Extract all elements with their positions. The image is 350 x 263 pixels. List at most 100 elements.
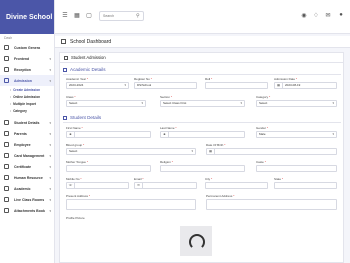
class-select[interactable]: Select [66,100,146,107]
globe-icon [4,45,9,50]
field-label: Section [160,95,171,99]
user-avatar-icon[interactable]: ● [337,12,345,18]
sidebar-item-student-details[interactable]: Student Details ▾ [0,117,54,128]
chevron-down-icon: ▾ [49,197,51,202]
sidebar-item-label: Employee [14,142,31,147]
first-name-input[interactable]: ☻ [66,131,151,138]
field-label: First Name [66,126,81,130]
sidebar-item-label: Certificate [14,164,32,169]
sidebar-item-attachments-book[interactable]: Attachments Book ▾ [0,205,54,216]
sidebar-item-employee[interactable]: Employee ▾ [0,139,54,150]
section-select[interactable]: Select Class First [160,100,245,107]
sidebar-item-reception[interactable]: Reception ▾ [0,64,54,75]
chevron-down-icon: ▾ [49,131,51,136]
book-icon [4,186,9,191]
blood-group-select[interactable]: Select [66,148,196,155]
bell-icon[interactable]: ♢ [312,12,320,19]
mother-tongue-field: Mother Tongue * [66,160,151,172]
admission-form-card: Student Admission Academic Details Acade… [59,52,344,263]
sidebar-item-card-management[interactable]: Card Management ▾ [0,150,54,161]
field-label: Blood group [66,143,83,147]
divider [63,122,341,123]
search-icon[interactable]: ⚲ [136,13,140,19]
sidebar-breadcrumb[interactable]: Dash [0,34,54,42]
chevron-down-icon: ▾ [49,208,51,213]
blood-group-field: Blood group * Select [66,143,196,155]
academic-year-select[interactable]: 2023-2024 [66,82,129,89]
city-input[interactable] [205,182,268,189]
section-title: Academic Details [70,67,106,72]
permanent-address-field: Permanent Address * [206,194,337,210]
sidebar-item-academic[interactable]: Academic ▾ [0,183,54,194]
roll-input[interactable] [205,82,268,89]
mobile-no-input[interactable]: ☏ [66,182,129,189]
menu-icon[interactable]: ☰ [61,12,69,20]
state-input[interactable] [274,182,337,189]
field-label: Register No [134,77,150,81]
sidebar-subitem-create-admission[interactable]: Create Admission [0,86,54,93]
sidebar-item-live-class-rooms[interactable]: Live Class Rooms ▾ [0,194,54,205]
page-title: School Dashboard [70,38,112,45]
category-select[interactable]: Select [256,100,337,107]
page-title-bar: School Dashboard [55,36,350,48]
sidebar-item-label: Live Class Rooms [14,197,45,202]
sidebar-item-custom-genera[interactable]: Custom Genera [0,42,54,53]
field-label: Academic Year [66,77,87,81]
globe-icon[interactable]: ◉ [300,12,308,19]
expand-icon[interactable]: ▢ [85,12,93,20]
window-icon [4,56,9,61]
field-label: Religion [160,160,171,164]
present-address-textarea[interactable] [66,199,196,210]
register-no-input[interactable]: DS/School [134,82,197,89]
sidebar-item-admission[interactable]: Admission ▾ [0,75,54,86]
chevron-down-icon: ▾ [49,78,51,83]
sidebar-item-label: Reception [14,67,31,72]
gender-select[interactable]: Male [256,131,337,138]
city-field: City * [205,177,268,189]
chevron-down-icon: ▾ [49,142,51,147]
field-label: Mobile No [66,177,80,181]
dob-input[interactable]: ▦ [206,148,337,155]
mother-tongue-input[interactable] [66,165,151,172]
profile-picture-upload[interactable] [180,226,212,256]
card-header: Student Admission [60,53,343,63]
message-icon[interactable]: ✉ [324,12,332,19]
caste-input[interactable] [256,165,337,172]
class-field: Class * Select [66,95,146,107]
sidebar-item-certificate[interactable]: Certificate ▾ [0,161,54,172]
grid-icon[interactable]: ▦ [73,12,81,20]
category-field: Category * Select [256,95,337,107]
present-address-field: Present Address * [66,194,196,210]
app-root: Divine School Dash Custom Genera Fronten… [0,0,350,263]
permanent-address-textarea[interactable] [206,199,337,210]
religion-input[interactable] [160,165,245,172]
chevron-down-icon: ▾ [49,120,51,125]
chevron-down-icon: ▾ [49,175,51,180]
last-name-input[interactable]: ☻ [160,131,245,138]
user-plus-icon [64,55,68,60]
last-name-field: Last Name * ☻ [160,126,245,138]
brand-logo[interactable]: Divine School [0,0,54,34]
academic-year-field: Academic Year * 2023-2024 [66,77,129,89]
sidebar-subitem-online-admission[interactable]: Online Admission [0,93,54,100]
sidebar-item-human-resource[interactable]: Human Resource ▾ [0,172,54,183]
user-icon [63,115,67,120]
calendar-icon: ▦ [207,149,215,154]
chevron-down-icon: ▾ [49,67,51,72]
field-label: Date Of Birth [206,143,224,147]
sidebar-subitem-category[interactable]: Category [0,107,54,114]
sidebar-item-parents[interactable]: Parents ▾ [0,128,54,139]
field-label: Present Address [66,194,89,198]
section-field: Section * Select Class First [160,95,245,107]
sidebar-item-label: Card Management [14,153,45,158]
admission-date-input[interactable]: ▦ 2023-08-19 [274,82,337,89]
sidebar-item-frontend[interactable]: Frontend ▾ [0,53,54,64]
sidebar-subitem-multiple-import[interactable]: Multiple Import [0,100,54,107]
topbar: ☰ ▦ ▢ ⚲ ◉ ♢ ✉ ● [55,0,350,34]
sidebar-item-label: Frontend [14,56,30,61]
hr-icon [4,175,9,180]
email-input[interactable]: ✉ [134,182,197,189]
chevron-down-icon: ▾ [49,164,51,169]
chevron-down-icon: ▾ [49,56,51,61]
card-title: Student Admission [71,55,106,60]
